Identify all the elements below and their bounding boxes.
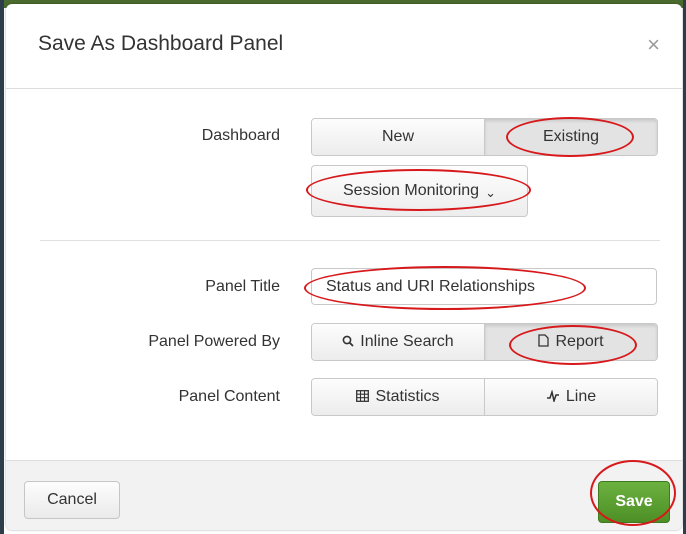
inline-search-label: Inline Search	[360, 333, 454, 350]
inline-search-button[interactable]: Inline Search	[312, 324, 484, 360]
save-as-dashboard-panel-dialog: Save As Dashboard Panel × Dashboard New …	[6, 4, 682, 530]
dashboard-select-value: Session Monitoring	[343, 182, 480, 199]
dialog-footer: Cancel Save	[6, 460, 682, 530]
panel-content-label: Panel Content	[178, 388, 280, 405]
dashboard-new-button[interactable]: New	[312, 119, 484, 155]
line-button[interactable]: Line	[484, 379, 657, 415]
statistics-button[interactable]: Statistics	[312, 379, 484, 415]
dashboard-existing-button[interactable]: Existing	[484, 119, 657, 155]
panel-powered-by-toggle: Inline Search Report	[311, 323, 658, 361]
table-icon	[356, 389, 370, 405]
section-divider	[40, 240, 660, 241]
screen: Save As Dashboard Panel × Dashboard New …	[0, 0, 686, 534]
search-icon	[342, 335, 354, 350]
line-chart-icon	[546, 388, 560, 405]
panel-title-input[interactable]	[311, 268, 657, 305]
dashboard-label: Dashboard	[201, 127, 280, 144]
report-label: Report	[555, 333, 604, 350]
dialog-title: Save As Dashboard Panel	[38, 32, 284, 55]
save-button[interactable]: Save	[598, 481, 670, 523]
document-icon	[538, 334, 550, 350]
line-label: Line	[565, 388, 597, 405]
dialog-header: Save As Dashboard Panel ×	[6, 4, 682, 89]
panel-title-label: Panel Title	[205, 278, 280, 295]
dashboard-toggle: New Existing	[311, 118, 658, 156]
chevron-down-icon: ⌄	[485, 185, 496, 200]
page-backdrop-left	[0, 0, 4, 534]
panel-content-toggle: Statistics Line	[311, 378, 658, 416]
cancel-button[interactable]: Cancel	[24, 481, 120, 519]
close-icon[interactable]: ×	[647, 34, 660, 56]
dashboard-select[interactable]: Session Monitoring ⌄	[311, 165, 528, 217]
report-button[interactable]: Report	[484, 324, 657, 360]
statistics-label: Statistics	[375, 388, 440, 405]
panel-powered-by-label: Panel Powered By	[148, 333, 280, 350]
